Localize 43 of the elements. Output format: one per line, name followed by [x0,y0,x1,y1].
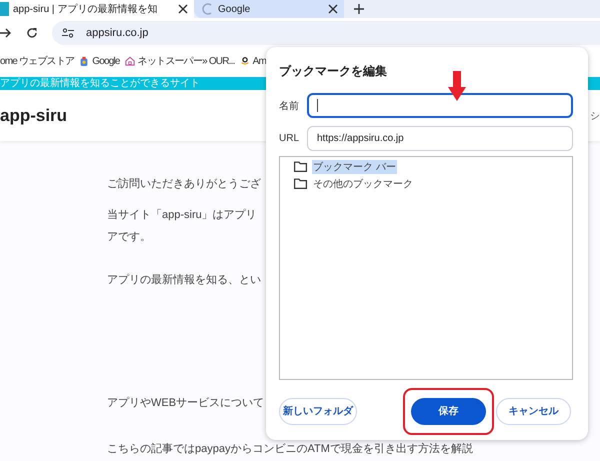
nav-link[interactable]: シ [590,108,600,122]
browser-tab[interactable]: Google [194,0,344,18]
loading-icon [202,3,214,15]
bookmark-item[interactable]: Google [79,56,120,66]
folder-item[interactable]: ブックマーク バー [312,160,397,174]
url-text: appsiru.co.jp [86,27,148,39]
site-logo[interactable]: app-siru [0,106,68,126]
paragraph-text: 当サイト「app-siru」はアプリ [107,208,257,223]
browser-tab[interactable]: app-siru | アプリの最新情報を知 [0,0,194,18]
tab-title: Google [218,4,252,14]
text-field[interactable] [307,93,573,118]
smile-logo-icon [240,56,250,66]
site-favicon-icon [0,2,9,16]
down-arrow-icon [448,71,466,101]
folder-item[interactable]: その他のブックマーク [312,176,414,190]
close-icon [328,4,338,14]
house-icon [124,56,135,66]
bookmark-item[interactable]: ome ウェブストア [0,54,74,68]
address-bar[interactable]: appsiru.co.jp [52,21,600,45]
dialog-button[interactable]: 保存 [411,398,486,424]
reload-icon [26,27,38,39]
field-label: URL [279,133,300,144]
paragraph-text: こちらの記事ではpaypayからコンビニのATMで現金を引き出す方法を解説 [107,442,473,457]
new-tab-icon [354,4,364,14]
bookmark-item[interactable]: ネットスーパー» OUR... [124,54,235,68]
dialog-button[interactable]: 新しいフォルダ [279,398,357,424]
dialog-title: ブックマークを編集 [279,63,387,80]
paragraph-text: ご訪問いただきありがとうござ [107,176,261,192]
text-cursor [317,99,318,112]
site-settings-icon [62,28,74,38]
forward-icon [0,27,12,39]
close-icon [178,4,188,14]
paragraph-text: アです。 [107,230,151,245]
dialog-button[interactable]: キャンセル [496,398,571,424]
text-field[interactable]: https://appsiru.co.jp [307,126,573,151]
paragraph-text: アプリやWEBサービスについて [107,396,264,411]
folder-icon [294,161,307,172]
shopping-bag-icon [79,56,90,66]
field-label: 名前 [279,100,300,112]
folder-icon [294,178,307,189]
tab-title: app-siru | アプリの最新情報を知 [13,2,158,16]
bookmark-item[interactable]: Am [240,56,266,66]
paragraph-text: アプリの最新情報を知る、とい [107,272,261,288]
